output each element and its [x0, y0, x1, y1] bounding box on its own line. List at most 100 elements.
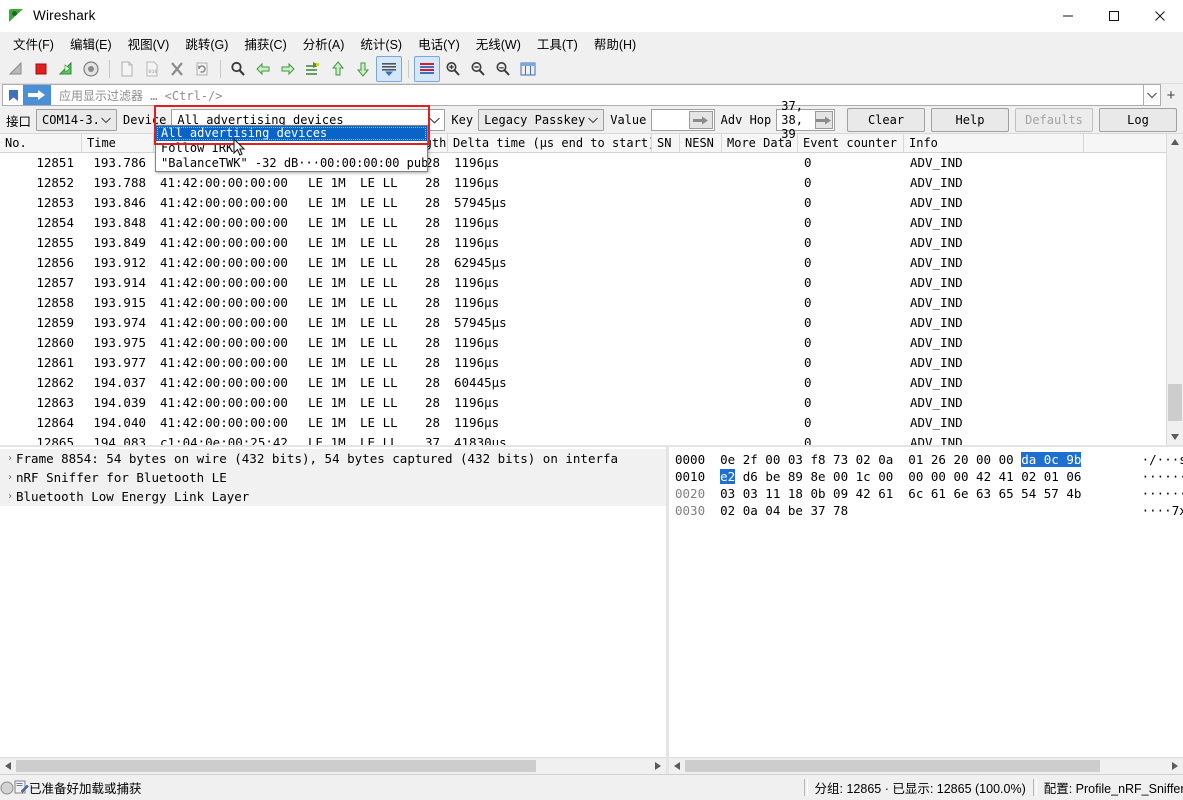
scroll-right-arrow-icon[interactable]: [650, 758, 666, 774]
table-row[interactable]: 12860 193.975 41:42:00:00:00:00 LE 1M LE LL 2…: [0, 333, 1166, 353]
hex-dump[interactable]: 0000 0e 2f 00 03 f8 73 02 0a 01 26 20 00…: [669, 447, 1183, 757]
scroll-down-arrow-icon[interactable]: [1167, 429, 1183, 445]
column-header-nesn[interactable]: NESN: [680, 134, 722, 152]
scroll-up-arrow-icon[interactable]: [1167, 134, 1183, 150]
detail-tree-item[interactable]: › nRF Sniffer for Bluetooth LE: [0, 468, 666, 487]
bytes-hscrollbar[interactable]: [669, 757, 1183, 774]
table-row[interactable]: 12859 193.974 41:42:00:00:00:00 LE 1M LE LL 2…: [0, 313, 1166, 333]
table-row[interactable]: 12855 193.849 41:42:00:00:00:00 LE 1M LE LL 2…: [0, 233, 1166, 253]
menu-go[interactable]: 跳转(G): [177, 31, 236, 56]
menu-file[interactable]: 文件(F): [5, 31, 62, 56]
device-dropdown-popup[interactable]: All advertising devices Follow IRK "Balanc…: [155, 125, 428, 172]
column-header-time[interactable]: Time: [82, 134, 154, 152]
column-header-delta-time-s-end-to-start[interactable]: Delta time (µs end to start): [448, 134, 652, 152]
detail-tree-item[interactable]: › Bluetooth Low Energy Link Layer: [0, 487, 666, 506]
zoom-in-icon[interactable]: [441, 57, 465, 81]
log-button[interactable]: Log: [1099, 108, 1177, 132]
maximize-button[interactable]: [1091, 0, 1137, 31]
table-row[interactable]: 12865 194.083 c1:04:0e:00:25:42 LE 1M LE LL 3…: [0, 433, 1166, 445]
packet-details-tree[interactable]: › Frame 8854: 54 bytes on wire (432 bits)…: [0, 447, 666, 757]
packet-list-vscrollbar[interactable]: [1166, 134, 1183, 445]
filter-bookmark-icon[interactable]: [2, 84, 23, 106]
capture-comment-icon[interactable]: [14, 780, 29, 795]
table-row[interactable]: 12863 194.039 41:42:00:00:00:00 LE 1M LE LL 2…: [0, 393, 1166, 413]
capture-options-icon[interactable]: [79, 57, 103, 81]
stop-capture-icon[interactable]: [29, 57, 53, 81]
value-apply-arrow-icon[interactable]: [688, 111, 713, 129]
hex-line[interactable]: 0010 e2 d6 be 89 8e 00 1c 00 00 00 00 42…: [675, 468, 1183, 485]
details-hscroll-thumb[interactable]: [16, 760, 536, 772]
close-button[interactable]: [1137, 0, 1183, 31]
menu-statistics[interactable]: 统计(S): [352, 31, 410, 56]
auto-scroll-icon[interactable]: [376, 56, 402, 82]
hex-line[interactable]: 0030 02 0a 04 be 37 78 ····7x: [675, 502, 1183, 519]
interface-combo[interactable]: COM14-3.: [36, 109, 118, 131]
column-header-no[interactable]: No.: [0, 134, 82, 152]
go-to-packet-icon[interactable]: [301, 57, 325, 81]
hex-line[interactable]: 0020 03 03 11 18 0b 09 42 61 6c 61 6e 63…: [675, 485, 1183, 502]
menu-telephony[interactable]: 电话(Y): [410, 31, 468, 56]
value-input[interactable]: [651, 109, 715, 131]
scroll-right-arrow-icon[interactable]: [1167, 758, 1183, 774]
table-row[interactable]: 12854 193.848 41:42:00:00:00:00 LE 1M LE LL 2…: [0, 213, 1166, 233]
detail-tree-item[interactable]: › Frame 8854: 54 bytes on wire (432 bits)…: [0, 449, 666, 468]
menu-wireless[interactable]: 无线(W): [468, 31, 529, 56]
menu-tools[interactable]: 工具(T): [529, 31, 586, 56]
adv-hop-apply-arrow-icon[interactable]: [815, 111, 833, 129]
chevron-right-icon[interactable]: ›: [4, 472, 16, 483]
find-packet-icon[interactable]: [226, 57, 250, 81]
table-row[interactable]: 12864 194.040 41:42:00:00:00:00 LE 1M LE LL 2…: [0, 413, 1166, 433]
help-button[interactable]: Help: [931, 108, 1009, 132]
go-first-packet-icon[interactable]: [326, 57, 350, 81]
dropdown-option-1[interactable]: Follow IRK: [156, 141, 427, 156]
vscroll-track[interactable]: [1167, 150, 1183, 429]
menu-help[interactable]: 帮助(H): [586, 31, 644, 56]
table-row[interactable]: 12857 193.914 41:42:00:00:00:00 LE 1M LE LL 2…: [0, 273, 1166, 293]
bytes-hscroll-track[interactable]: [685, 758, 1167, 774]
menu-view[interactable]: 视图(V): [120, 31, 178, 56]
menu-edit[interactable]: 编辑(E): [62, 31, 120, 56]
dropdown-option-2[interactable]: "BalanceTWK" -32 dB···00:00:00:00 public: [156, 156, 427, 171]
chevron-right-icon[interactable]: ›: [4, 491, 16, 502]
table-row[interactable]: 12852 193.788 41:42:00:00:00:00 LE 1M LE LL 2…: [0, 173, 1166, 193]
chevron-right-icon[interactable]: ›: [4, 453, 16, 464]
colorize-icon[interactable]: [414, 56, 440, 82]
table-row[interactable]: 12858 193.915 41:42:00:00:00:00 LE 1M LE LL 2…: [0, 293, 1166, 313]
dropdown-option-0[interactable]: All advertising devices: [156, 126, 427, 141]
menu-capture[interactable]: 捕获(C): [236, 31, 294, 56]
adv-hop-input[interactable]: 37, 38, 39: [776, 99, 835, 141]
key-combo[interactable]: Legacy Passkey: [478, 109, 605, 131]
resize-columns-icon[interactable]: [516, 57, 540, 81]
details-hscrollbar[interactable]: [0, 757, 666, 774]
zoom-reset-icon[interactable]: [491, 57, 515, 81]
packet-list[interactable]: No.TimeSourcePHYProtocolLengthDelta time…: [0, 134, 1166, 445]
hex-line[interactable]: 0000 0e 2f 00 03 f8 73 02 0a 01 26 20 00…: [675, 451, 1183, 468]
scroll-left-arrow-icon[interactable]: [669, 758, 685, 774]
filter-chevron-down-icon[interactable]: [1144, 84, 1161, 106]
table-row[interactable]: 12861 193.977 41:42:00:00:00:00 LE 1M LE LL 2…: [0, 353, 1166, 373]
restart-capture-icon[interactable]: [54, 57, 78, 81]
column-header-info[interactable]: Info: [904, 134, 1084, 152]
zoom-out-icon[interactable]: [466, 57, 490, 81]
scroll-left-arrow-icon[interactable]: [0, 758, 16, 774]
table-row[interactable]: 12862 194.037 41:42:00:00:00:00 LE 1M LE LL 2…: [0, 373, 1166, 393]
menu-analyze[interactable]: 分析(A): [295, 31, 353, 56]
apply-filter-button[interactable]: [23, 84, 51, 106]
minimize-button[interactable]: [1045, 0, 1091, 31]
vscroll-thumb[interactable]: [1168, 384, 1182, 421]
bytes-hscroll-thumb[interactable]: [685, 760, 1100, 772]
start-capture-icon[interactable]: [4, 57, 28, 81]
open-file-icon[interactable]: [115, 57, 139, 81]
save-file-icon[interactable]: 010: [140, 57, 164, 81]
close-file-icon[interactable]: [165, 57, 189, 81]
go-back-icon[interactable]: [251, 57, 275, 81]
add-filter-button[interactable]: +: [1161, 84, 1181, 106]
table-row[interactable]: 12856 193.912 41:42:00:00:00:00 LE 1M LE LL 2…: [0, 253, 1166, 273]
table-row[interactable]: 12853 193.846 41:42:00:00:00:00 LE 1M LE LL 2…: [0, 193, 1166, 213]
column-header-sn[interactable]: SN: [652, 134, 680, 152]
reload-file-icon[interactable]: [190, 57, 214, 81]
details-hscroll-track[interactable]: [16, 758, 650, 774]
capture-status-circle-icon[interactable]: [0, 781, 14, 795]
go-forward-icon[interactable]: [276, 57, 300, 81]
go-last-packet-icon[interactable]: [351, 57, 375, 81]
